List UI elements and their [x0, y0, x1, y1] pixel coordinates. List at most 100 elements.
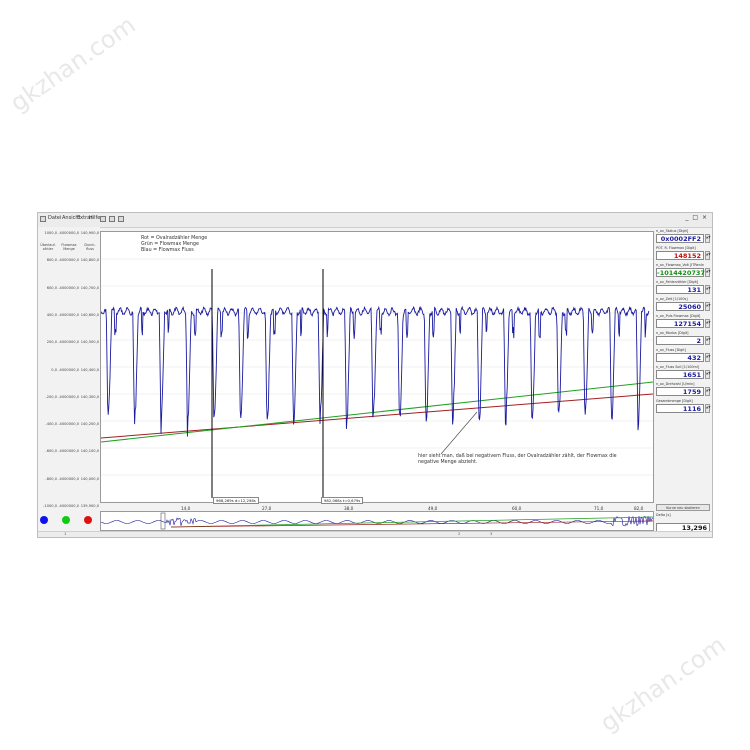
channel-blue-dot[interactable] [40, 516, 48, 524]
spin-arrows-icon[interactable]: ▲▼ [705, 319, 711, 328]
y-tick-label: 140,600,0 [80, 312, 99, 317]
annotation-text: hier sieht man, daß bei negativem Fluss,… [418, 454, 617, 465]
y-tick-label: 0,0 [51, 367, 57, 372]
channel-green-dot[interactable] [62, 516, 70, 524]
value-label: Gesamtmenge [Digit] [656, 399, 693, 403]
y-tick-label: 200,0 [46, 340, 57, 345]
spin-arrows-icon[interactable]: ▲▼ [705, 302, 711, 311]
y-axes: Überlauf- zähler Flowmax Menge Durch- fl… [38, 227, 100, 511]
y-tick-label: -800,0 [45, 476, 57, 481]
series-flowmax-menge [101, 381, 653, 443]
y-tick-label: 139,900,0 [80, 504, 99, 508]
y-tick-label: -4000000,0 [58, 476, 79, 481]
overview-canvas[interactable] [101, 512, 653, 530]
y-tick-label: 1000,0 [44, 231, 57, 235]
legend: Rot = Ovalradzähler Menge Grün = Flowmax… [141, 236, 207, 254]
cursor-delta-label: Delta [s] [656, 513, 671, 517]
spin-arrows-icon[interactable]: ▲▼ [705, 234, 711, 243]
toolbar: Datei Ansicht Extras Hilfe _ □ × [38, 213, 712, 228]
value-display: 0x0002FF2 [656, 234, 704, 243]
zoom-icon[interactable] [109, 216, 115, 222]
y-tick-label: 140,300,0 [80, 394, 99, 399]
value-display: 1116 [656, 404, 704, 413]
legend-blue: Blau = Flowmax Fluss [141, 248, 194, 253]
value-display: 1651 [656, 370, 704, 379]
menu-hilfe[interactable]: Hilfe [89, 215, 100, 221]
y-tick-label: -400,0 [45, 422, 57, 427]
spin-arrows-icon[interactable]: ▲▼ [705, 370, 711, 379]
axis-header-1: Überlauf- zähler [40, 243, 56, 251]
series-ovalrad-menge [101, 393, 653, 439]
overview-strip[interactable] [100, 511, 654, 531]
spin-arrows-icon[interactable]: ▲▼ [705, 251, 711, 260]
rescale-button[interactable]: Kurve neu skalieren [656, 504, 710, 511]
value-display: 148152 [656, 251, 704, 260]
axis-header-3: Durch- fluss [84, 243, 96, 251]
menu-datei[interactable]: Datei [48, 215, 61, 221]
y-tick-label: -200,0 [45, 394, 57, 399]
window-controls[interactable]: _ □ × [685, 214, 708, 221]
status-field-1: 1 [64, 532, 67, 536]
y-tick-label: 140,400,0 [80, 367, 99, 372]
y-tick-label: 140,700,0 [80, 285, 99, 290]
y-tick-label: 140,100,0 [80, 449, 99, 454]
main-plot[interactable]: Rot = Ovalradzähler Menge Grün = Flowmax… [100, 231, 654, 504]
y-tick-label: 600,0 [46, 285, 57, 290]
y-tick-label: -4000000,0 [58, 231, 79, 235]
y-tick-label: -4000000,0 [58, 422, 79, 427]
y-tick-label: -4000000,0 [58, 504, 79, 508]
value-panel: n_ov_Status [Digit] 0x0002FF2 ▲▼ POT. R. Fl… [656, 227, 712, 532]
open-icon[interactable] [40, 216, 46, 222]
y-tick-label: 140,900,0 [80, 231, 99, 235]
value-display: 131 [656, 285, 704, 294]
value-label: n_ov_Fluss Soll [1/100ml] [656, 365, 700, 369]
grid [101, 258, 653, 476]
value-display: -1014420737 [656, 268, 705, 277]
spin-arrows-icon[interactable]: ▲▼ [705, 404, 711, 413]
y-tick-label: -4000000,0 [58, 312, 79, 317]
value-display: 432 [656, 353, 704, 362]
channel-red-dot[interactable] [84, 516, 92, 524]
value-label: n_ov_Fluss [Digit] [656, 348, 686, 352]
y-tick-label: 140,800,0 [80, 258, 99, 263]
value-display: 2 [656, 336, 704, 345]
y-tick-label: 140,000,0 [80, 476, 99, 481]
status-field-2: 2 [458, 532, 461, 536]
y-tick-label: 800,0 [46, 258, 57, 263]
value-label: POT. R. Flowmax [Digit] [656, 246, 696, 250]
series-flowmax-fluss [101, 305, 650, 437]
status-bar: 1 2 3 [38, 531, 712, 537]
y-tick-label: 400,0 [46, 312, 57, 317]
y-tick-label: -4000000,0 [58, 449, 79, 454]
value-display: 1759 [656, 387, 704, 396]
print-icon[interactable] [118, 216, 124, 222]
cursor-label-1: 968,269s d=12,298s [213, 497, 259, 504]
y-tick-label: -4000000,0 [58, 258, 79, 263]
y-tick-label: -4000000,0 [58, 367, 79, 372]
y-tick-label: -1000,0 [43, 504, 57, 508]
value-label: n_ov_Modus [Digit] [656, 331, 689, 335]
y-tick-label: -4000000,0 [58, 394, 79, 399]
status-field-3: 3 [490, 532, 493, 536]
value-label: n_ov_Drehzahl [U/min] [656, 382, 695, 386]
cursor-label-2: 982,068s t=0,679s [321, 497, 364, 504]
watermark-bottom-right: gkzhan.com [595, 630, 731, 738]
save-icon[interactable] [100, 216, 106, 222]
watermark-top-left: gkzhan.com [5, 10, 141, 118]
y-tick-label: 140,200,0 [80, 422, 99, 427]
spin-arrows-icon[interactable]: ▲▼ [705, 387, 711, 396]
y-tick-label: -4000000,0 [58, 285, 79, 290]
value-display: 127154 [656, 319, 704, 328]
spin-arrows-icon[interactable]: ▲▼ [705, 285, 711, 294]
axis-header-2: Flowmax Menge [61, 243, 77, 251]
value-label: n_ov_Flowmax_Volt [ITRenInl] [656, 263, 704, 267]
application-window: Datei Ansicht Extras Hilfe _ □ × Überlau… [37, 212, 713, 538]
y-tick-label: -4000000,0 [58, 340, 79, 345]
value-label: n_ov_Zeit [1/100s] [656, 297, 688, 301]
spin-arrows-icon[interactable]: ▲▼ [705, 336, 711, 345]
y-tick-label: 140,500,0 [80, 340, 99, 345]
spin-arrows-icon[interactable]: ▲▼ [705, 268, 711, 277]
y-tick-label: -600,0 [45, 449, 57, 454]
spin-arrows-icon[interactable]: ▲▼ [705, 353, 711, 362]
value-label: n_ov_Status [Digit] [656, 229, 689, 233]
